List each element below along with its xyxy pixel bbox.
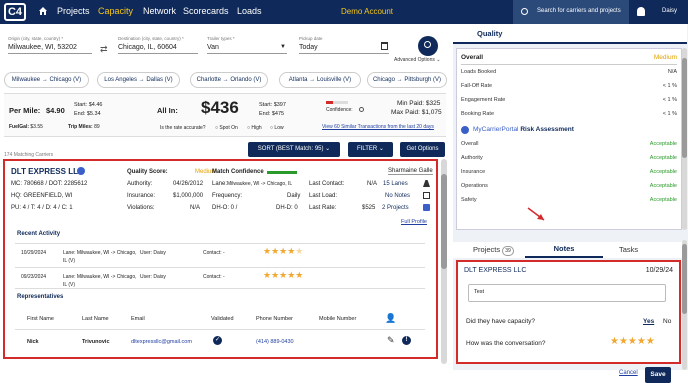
annotation-arrow <box>527 207 545 221</box>
save-button-label: Save <box>650 371 666 378</box>
cancel-button[interactable]: Cancel <box>619 370 638 376</box>
